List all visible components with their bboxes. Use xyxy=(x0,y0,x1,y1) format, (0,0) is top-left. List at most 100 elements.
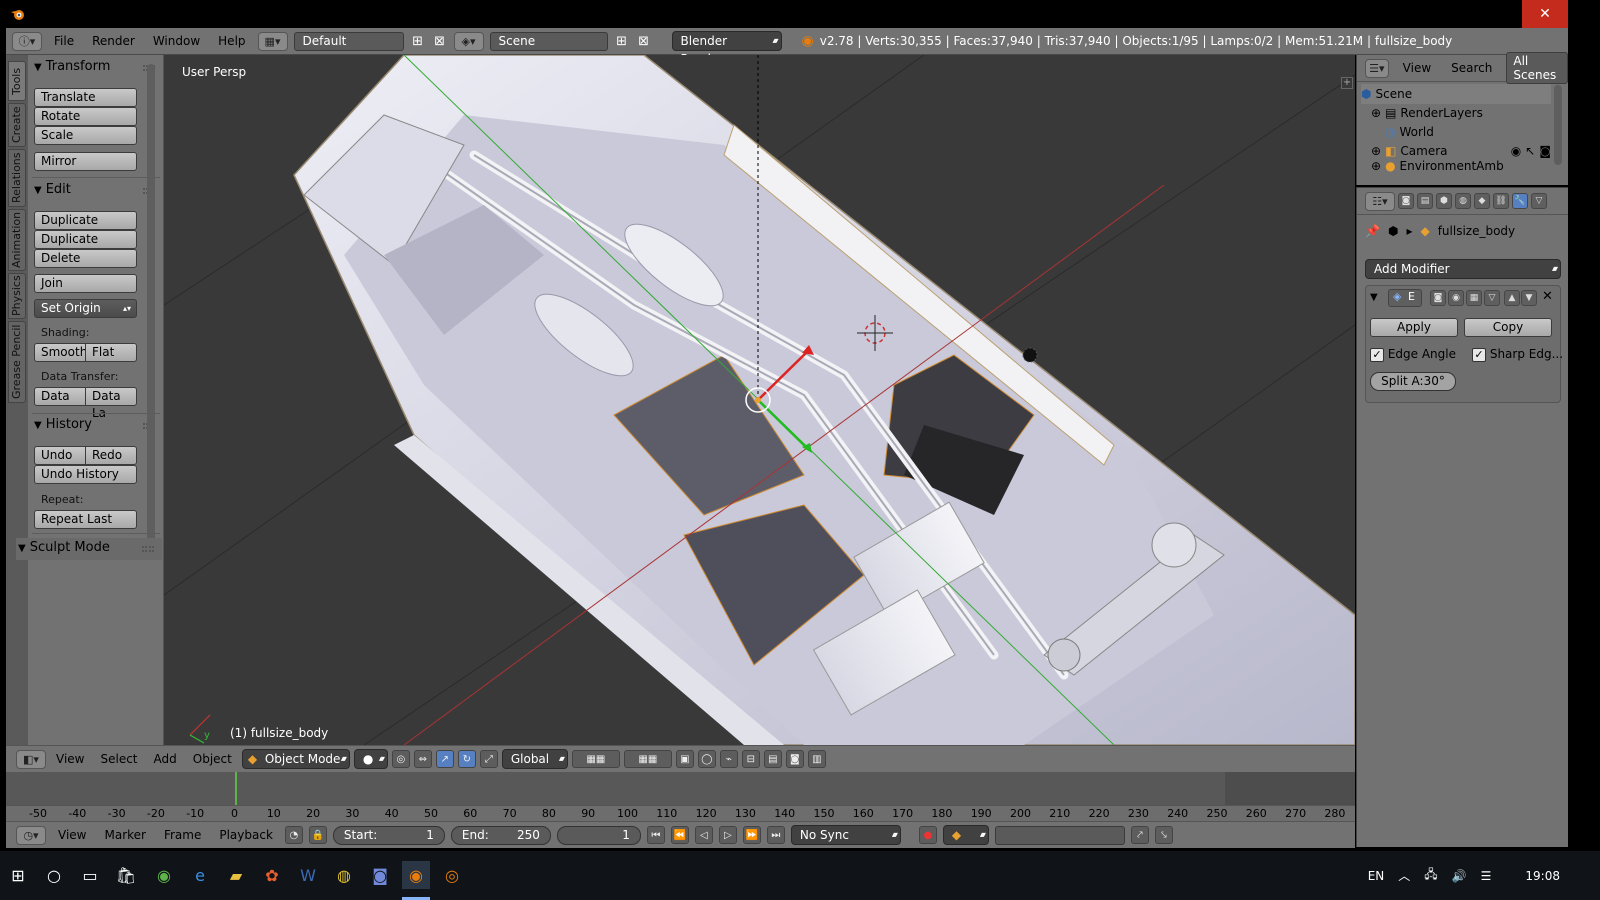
play-reverse-icon[interactable]: ◁ xyxy=(694,826,713,844)
outliner-item-environment[interactable]: ⊕ ● EnvironmentAmb xyxy=(1361,160,1551,172)
menu-view[interactable]: View xyxy=(50,752,90,766)
snap-element-icon[interactable]: ⊟ xyxy=(741,750,760,768)
menu-object[interactable]: Object xyxy=(187,752,238,766)
tab-create[interactable]: Create xyxy=(8,103,26,147)
edge-angle-checkbox[interactable]: ✓ Edge Angle xyxy=(1370,347,1456,362)
outliner-scrollbar[interactable] xyxy=(1554,85,1562,165)
insert-keyframe-icon[interactable]: ⤤ xyxy=(1130,826,1149,844)
pin-icon[interactable]: 📌 xyxy=(1365,224,1380,238)
file-explorer-icon[interactable]: ▰ xyxy=(222,861,250,889)
timeline[interactable]: -50 -40 -30 -20 -10 0 10 20 30 40 50 60 70 80 90 100 110… xyxy=(6,772,1355,821)
history-panel-header[interactable]: ▼ History xyxy=(34,417,92,432)
move-down-icon[interactable]: ▼ xyxy=(1521,290,1537,306)
layers-grid-a-icon[interactable]: ▦▦ xyxy=(571,750,620,768)
tab-grease-pencil[interactable]: Grease Pencil xyxy=(8,321,26,403)
scene-tab-icon[interactable]: ⬢ xyxy=(1436,193,1452,209)
panel-grip-icon[interactable] xyxy=(142,546,154,552)
jump-keyframe-forward-icon[interactable]: ⏩ xyxy=(742,826,761,844)
app-orange-icon[interactable]: ✿ xyxy=(258,861,286,889)
properties-editor-type-button[interactable]: ☷▾ xyxy=(1365,191,1395,211)
menu-search[interactable]: Search xyxy=(1445,61,1498,75)
duplicate-button[interactable]: Duplicate xyxy=(34,211,137,230)
join-button[interactable]: Join xyxy=(34,274,137,293)
blender-second-icon[interactable]: ◎ xyxy=(438,861,466,889)
menu-render[interactable]: Render xyxy=(86,34,141,48)
snap-toggle-icon[interactable]: ⌁ xyxy=(719,750,738,768)
timeline-editor-type-button[interactable]: ◷▾ xyxy=(16,825,46,845)
tab-physics[interactable]: Physics xyxy=(8,273,26,319)
lock-range-icon[interactable]: 🔒 xyxy=(308,826,327,844)
scale-manipulator-icon[interactable]: ⤢ xyxy=(479,750,498,768)
translate-button[interactable]: Translate xyxy=(34,88,137,107)
duplicate-linked-button[interactable]: Duplicate Linked xyxy=(34,230,137,263)
menu-window[interactable]: Window xyxy=(147,34,206,48)
tab-relations[interactable]: Relations xyxy=(8,149,26,207)
tab-animation[interactable]: Animation xyxy=(8,209,26,271)
preview-range-icon[interactable]: ◔ xyxy=(284,826,303,844)
expand-icon[interactable]: ⊕ xyxy=(1371,160,1381,172)
pivot-point-icon[interactable]: ◎ xyxy=(391,750,410,768)
volume-icon[interactable]: 🔊 xyxy=(1452,869,1467,883)
info-editor-type-button[interactable]: ⓘ▾ xyxy=(12,31,42,51)
current-frame-field[interactable]: 1 xyxy=(556,825,641,845)
discord-icon[interactable]: ◙ xyxy=(366,861,394,889)
outliner-item-scene[interactable]: ⬢ Scene xyxy=(1361,84,1551,104)
redo-button[interactable]: Redo xyxy=(85,446,137,465)
rotate-button[interactable]: Rotate xyxy=(34,107,137,126)
scene-field[interactable]: Scene xyxy=(489,31,608,51)
sync-mode-dropdown[interactable]: No Sync xyxy=(790,825,901,845)
outliner-item-renderlayers[interactable]: ⊕ ▤ RenderLayers xyxy=(1361,103,1551,123)
mirror-button[interactable]: Mirror xyxy=(34,152,137,171)
app-green-icon[interactable]: ◉ xyxy=(150,861,178,889)
expand-icon[interactable]: ⊕ xyxy=(1371,144,1381,158)
split-angle-field[interactable]: Split A:30° xyxy=(1370,372,1456,391)
move-up-icon[interactable]: ▲ xyxy=(1504,290,1520,306)
display-mode-dropdown[interactable]: All Scenes xyxy=(1506,52,1568,84)
3d-editor-type-button[interactable]: ◧▾ xyxy=(16,749,46,769)
modifier-name-field[interactable]: ◈ E xyxy=(1388,289,1422,307)
end-frame-field[interactable]: End: 250 xyxy=(450,825,551,845)
rotate-manipulator-icon[interactable]: ↻ xyxy=(457,750,476,768)
transform-orientation-dropdown[interactable]: Global xyxy=(501,749,568,769)
3d-viewport[interactable]: y User Persp (1) fullsize_body + xyxy=(164,55,1355,745)
remove-modifier-icon[interactable]: ✕ xyxy=(1542,289,1553,304)
mode-dropdown[interactable]: ◆ Object Mode xyxy=(241,749,350,769)
visibility-eye-icon[interactable]: ◉ xyxy=(1511,144,1521,158)
layout-browse-button[interactable]: ▦▾ xyxy=(257,31,288,51)
modifiers-tab-icon[interactable]: 🔧 xyxy=(1512,193,1528,209)
render-layers-tab-icon[interactable]: ▤ xyxy=(1417,193,1433,209)
layout-field[interactable]: Default xyxy=(293,31,404,51)
delete-keyframe-icon[interactable]: ⤥ xyxy=(1154,826,1173,844)
sculpt-mode-panel-header[interactable]: ▼ Sculpt Mode xyxy=(16,538,162,560)
render-tab-icon[interactable]: ◙ xyxy=(1398,193,1414,209)
store-bag-icon[interactable]: 🛍 xyxy=(112,861,140,889)
remove-layout-icon[interactable]: ⊠ xyxy=(432,32,448,50)
maximize-button[interactable] xyxy=(1476,0,1522,28)
opengl-render-icon[interactable]: ◙ xyxy=(785,750,804,768)
add-modifier-dropdown[interactable]: Add Modifier xyxy=(1365,259,1561,279)
jump-end-icon[interactable]: ⏭ xyxy=(766,826,785,844)
jump-keyframe-back-icon[interactable]: ⏪ xyxy=(670,826,689,844)
expand-icon[interactable]: ⊕ xyxy=(1371,106,1381,120)
tab-tools[interactable]: Tools xyxy=(8,61,26,101)
copy-button[interactable]: Copy xyxy=(1464,318,1552,337)
play-icon[interactable]: ▷ xyxy=(718,826,737,844)
network-icon[interactable]: 🖧 xyxy=(1424,865,1437,886)
manipulator-toggle-icon[interactable]: ⇔ xyxy=(413,750,432,768)
world-tab-icon[interactable]: ◍ xyxy=(1455,193,1471,209)
properties-toggle-icon[interactable]: + xyxy=(1341,77,1353,89)
menu-frame[interactable]: Frame xyxy=(158,828,207,842)
data-layout-button[interactable]: Data La xyxy=(85,387,137,420)
render-engine-dropdown[interactable]: Blender Render xyxy=(671,31,782,66)
outliner-item-camera[interactable]: ⊕ ◧ Camera ◉ ↖ ◙ xyxy=(1361,141,1551,161)
tool-shelf-scrollbar[interactable] xyxy=(147,64,155,544)
menu-playback[interactable]: Playback xyxy=(213,828,279,842)
menu-marker[interactable]: Marker xyxy=(98,828,151,842)
chevron-up-icon[interactable]: ︿ xyxy=(1398,867,1410,884)
menu-help[interactable]: Help xyxy=(212,34,251,48)
delete-button[interactable]: Delete xyxy=(34,249,137,268)
task-view-icon[interactable]: ▭ xyxy=(76,861,104,889)
menu-file[interactable]: File xyxy=(48,34,80,48)
layers-grid-b-icon[interactable]: ▦▦ xyxy=(623,750,672,768)
record-icon[interactable]: ● xyxy=(918,826,937,844)
